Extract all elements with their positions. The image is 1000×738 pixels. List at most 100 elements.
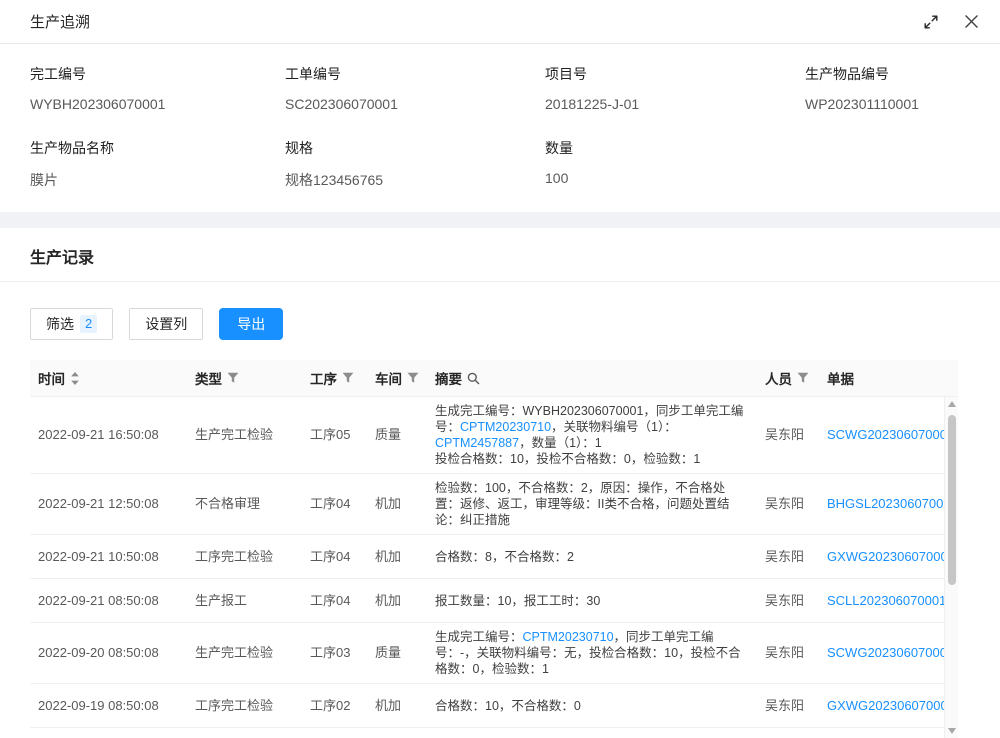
cell-document: SCWG20230607000 [819,421,944,449]
document-link[interactable]: BHGSL2023060700 [827,496,943,511]
info-field-label: 生产物品名称 [30,138,285,158]
table-body-wrap: 2022-09-21 16:50:08生产完工检验工序05质量生成完工编号：WY… [30,397,958,738]
document-link[interactable]: GXWG20230607000 [827,698,944,713]
cell-person: 吴东阳 [757,543,819,571]
cell-time: 2022-09-21 12:50:08 [30,490,187,518]
scroll-down-arrow-icon[interactable] [948,728,956,734]
document-link[interactable]: SCWG20230607000 [827,427,944,442]
summary-text: ，关联物料编号（1）： [551,420,677,434]
cell-summary: 生成完工编号：CPTM20230710，同步工单完工编号：-，关联物料编号：无，… [427,623,757,683]
cell-summary: 报工数量：10，报工工时：30 [427,587,757,615]
records-toolbar: 筛选 2 设置列 导出 [0,282,1000,340]
filter-icon[interactable] [407,372,419,384]
summary-link[interactable]: CPTM20230710 [460,420,551,434]
cell-person: 吴东阳 [757,587,819,615]
filter-count-badge: 2 [80,315,97,333]
column-header-process[interactable]: 工序 [302,368,367,388]
cell-summary: 检验数：100，不合格数：2，原因：操作，不合格处置：返修、返工，审理等级：II… [427,474,757,534]
info-field-value: SC202306070001 [285,96,545,112]
order-info-section: 完工编号WYBH202306070001工单编号SC202306070001项目… [0,44,1000,212]
table-row: 2022-09-21 12:50:08不合格审理工序04机加检验数：100，不合… [30,474,944,535]
table-row: 2022-09-21 16:50:08生产完工检验工序05质量生成完工编号：WY… [30,397,944,474]
production-records-section: 生产记录 筛选 2 设置列 导出 时间 类型工序 车间 摘要人员单据 2022-09-… [0,228,1000,738]
filter-button[interactable]: 筛选 2 [30,308,113,340]
filter-icon[interactable] [342,372,354,384]
info-field: 数量100 [545,138,805,190]
cell-workshop: 机加 [367,587,427,615]
info-field-value: 膜片 [30,170,285,190]
table-row: 2022-09-21 08:50:08生产报工工序04机加报工数量：10，报工工… [30,579,944,623]
column-header-workshop[interactable]: 车间 [367,368,427,388]
column-label: 车间 [375,368,402,388]
cell-person: 吴东阳 [757,490,819,518]
info-field-label: 工单编号 [285,64,545,84]
table-row: 2022-09-18 08:50:08生产报工工序01机加报工数量：10，报工工… [30,728,944,738]
modal-title: 生产追溯 [30,11,897,32]
fullscreen-icon[interactable] [923,14,939,30]
production-trace-modal: 生产追溯 完工编号WYBH202306070001工单编号SC202306070… [0,0,1000,738]
cell-type: 工序完工检验 [187,692,302,720]
summary-text: 合格数：8，不合格数：2 [435,550,574,564]
table-header-row: 时间 类型工序 车间 摘要人员单据 [30,360,958,397]
info-field: 工单编号 SC202306070001 [285,64,545,112]
scroll-up-arrow-icon[interactable] [948,401,956,407]
close-icon[interactable] [965,15,978,28]
filter-icon[interactable] [797,372,809,384]
sort-icon[interactable] [70,371,80,386]
info-field-value: 100 [545,170,805,186]
cell-document: SCWG20230607000 [819,639,944,667]
cell-process: 工序05 [302,421,367,449]
column-settings-label: 设置列 [145,314,187,334]
column-label: 工序 [310,368,337,388]
cell-time: 2022-09-20 08:50:08 [30,639,187,667]
summary-text: 合格数：10，不合格数：0 [435,699,581,713]
column-label: 单据 [827,368,854,388]
column-label: 时间 [38,368,65,388]
order-info-grid: 完工编号WYBH202306070001工单编号SC202306070001项目… [30,64,970,190]
cell-workshop: 质量 [367,639,427,667]
info-field-label: 完工编号 [30,64,285,84]
document-link[interactable]: GXWG20230607000 [827,549,944,564]
cell-summary: 生成完工编号：WYBH202306070001，同步工单完工编号：CPTM202… [427,397,757,473]
cell-type: 生产完工检验 [187,421,302,449]
cell-process: 工序03 [302,639,367,667]
vertical-scrollbar[interactable] [944,397,958,738]
cell-person: 吴东阳 [757,639,819,667]
summary-link[interactable]: CPTM20230710 [523,630,614,644]
cell-type: 工序完工检验 [187,543,302,571]
document-link[interactable]: SCWG20230607000 [827,645,944,660]
export-button-label: 导出 [237,314,265,334]
cell-process: 工序04 [302,490,367,518]
table-row: 2022-09-20 08:50:08生产完工检验工序03质量生成完工编号：CP… [30,623,944,684]
cell-summary: 合格数：10，不合格数：0 [427,692,757,720]
table-row: 2022-09-21 10:50:08工序完工检验工序04机加合格数：8，不合格… [30,535,944,579]
records-title: 生产记录 [30,250,94,267]
search-icon[interactable] [467,372,480,385]
summary-text: 检验数：100，不合格数：2，原因：操作，不合格处置：返修、返工，审理等级：II… [435,481,729,527]
filter-button-label: 筛选 [46,314,74,334]
column-header-summary[interactable]: 摘要 [427,368,757,388]
cell-document: BHGSL2023060700 [819,490,944,518]
info-field: 规格规格123456765 [285,138,545,190]
column-header-person[interactable]: 人员 [757,368,819,388]
cell-time: 2022-09-19 08:50:08 [30,692,187,720]
cell-person: 吴东阳 [757,692,819,720]
export-button[interactable]: 导出 [219,308,283,340]
cell-time: 2022-09-21 08:50:08 [30,587,187,615]
column-header-type[interactable]: 类型 [187,368,302,388]
cell-workshop: 质量 [367,421,427,449]
info-field-label: 生产物品编号 [805,64,970,84]
column-header-time[interactable]: 时间 [30,368,187,388]
cell-workshop: 机加 [367,490,427,518]
scrollbar-thumb[interactable] [948,415,956,585]
cell-summary: 合格数：8，不合格数：2 [427,543,757,571]
document-link[interactable]: SCLL202306070001 [827,593,944,608]
summary-text: 报工数量：10，报工工时：30 [435,594,600,608]
column-settings-button[interactable]: 设置列 [129,308,203,340]
info-field: 生产物品名称膜片 [30,138,285,190]
cell-time: 2022-09-21 10:50:08 [30,543,187,571]
summary-link[interactable]: CPTM2457887 [435,436,519,450]
cell-type: 不合格审理 [187,490,302,518]
cell-type: 生产完工检验 [187,639,302,667]
filter-icon[interactable] [227,372,239,384]
